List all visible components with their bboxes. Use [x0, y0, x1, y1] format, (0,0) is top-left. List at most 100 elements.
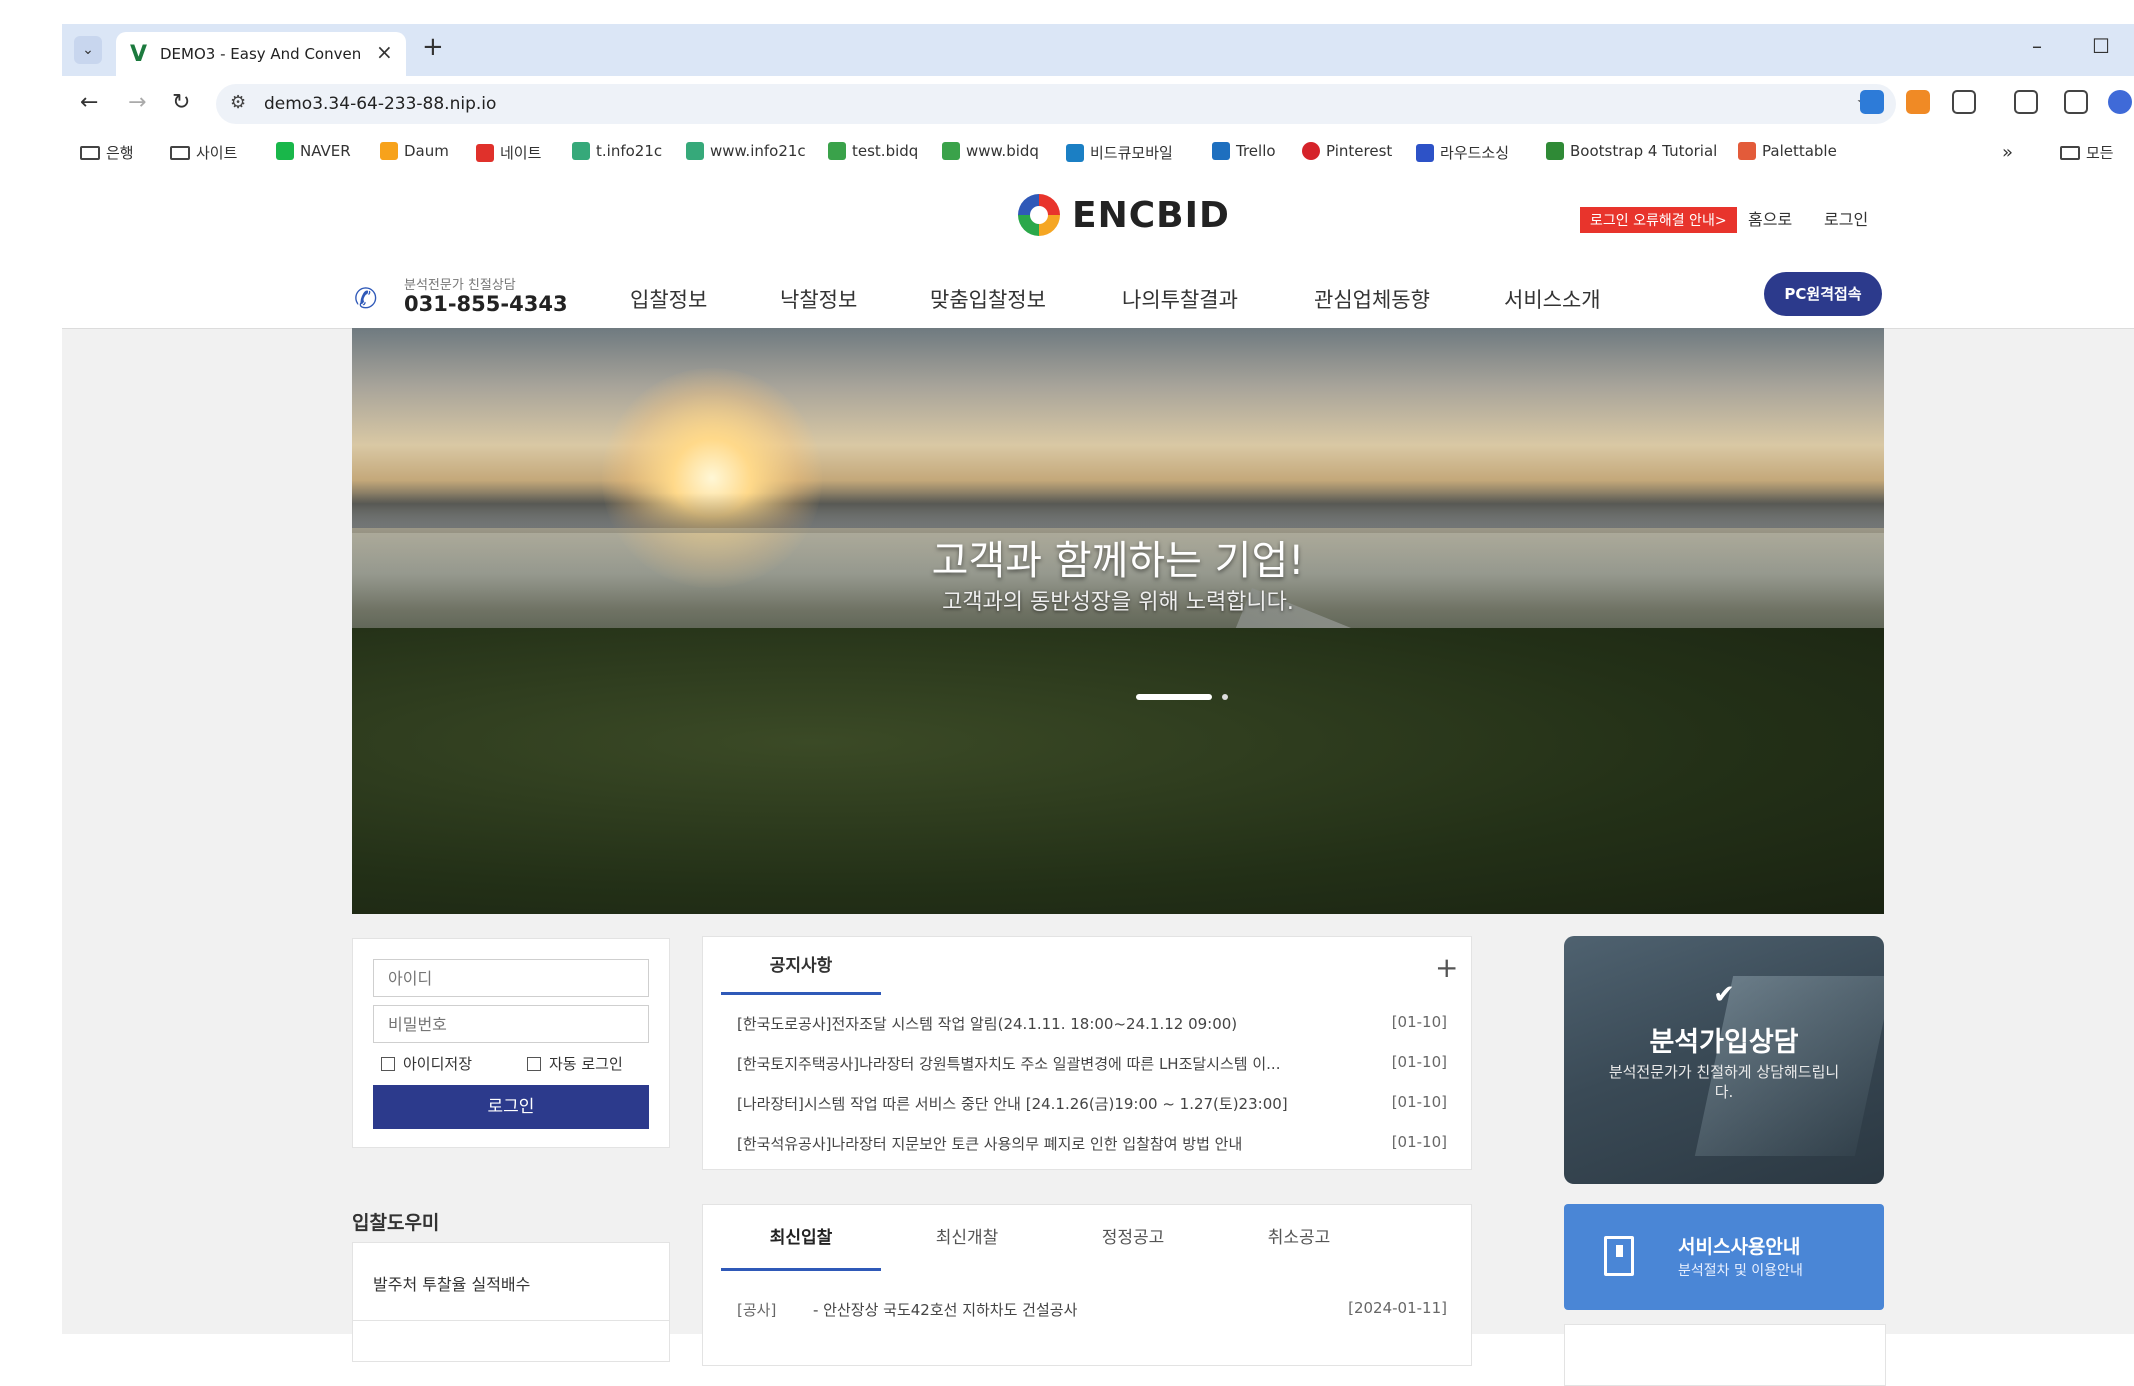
notice-row[interactable]: [한국석유공사]나라장터 지문보안 토큰 사용의무 폐지로 인한 입찰참여 방법… [737, 1123, 1447, 1163]
site-logo[interactable]: ENCBID [1014, 190, 1230, 240]
auto-login-checkbox[interactable]: 자동 로그인 [527, 1053, 623, 1074]
menu-custom-bid-info[interactable]: 맞춤입찰정보 [930, 284, 1046, 314]
pinterest-icon [1302, 142, 1320, 160]
tab-notice[interactable]: 공지사항 [721, 937, 881, 995]
bid-helper-item-label: 발주처 투찰율 실적배수 [373, 1275, 531, 1294]
notice-board: 공지사항 + [한국도로공사]전자조달 시스템 작업 알림(24.1.11. 1… [702, 936, 1472, 1170]
phone-number: 031-855-4343 [404, 292, 568, 316]
bookmark-folder-all[interactable]: 모든 [2060, 142, 2114, 163]
extensions-puzzle-icon[interactable] [1952, 90, 1976, 114]
bookmark-testbidq[interactable]: test.bidq [828, 142, 918, 160]
side-panel-icon[interactable] [2064, 90, 2088, 114]
notice-row[interactable]: [한국도로공사]전자조달 시스템 작업 알림(24.1.11. 18:00~24… [737, 1003, 1447, 1043]
web-page: ENCBID 로그인 오류해결 안내> 홈으로 로그인 ✆ 분석전문가 친절상담… [62, 174, 2134, 1386]
tab-search-dropdown-icon[interactable]: ⌄ [74, 36, 102, 64]
notice-more-plus-icon[interactable]: + [1435, 951, 1458, 984]
folder-icon [2060, 145, 2080, 160]
tab-cancel-notices[interactable]: 취소공고 [1219, 1205, 1379, 1271]
bookmark-nate[interactable]: 네이트 [476, 142, 541, 163]
address-bar[interactable]: ⚙ demo3.34-64-233-88.nip.io ☆ [216, 84, 1896, 124]
bookmark-loudsourcing[interactable]: 라우드소싱 [1416, 142, 1509, 163]
menu-service-intro[interactable]: 서비스소개 [1504, 284, 1601, 314]
naver-icon [276, 142, 294, 160]
latest-bids-board: 최신입찰 최신개찰 정정공고 취소공고 [공사] - 안산장상 국도42호선 지… [702, 1204, 1472, 1366]
logo-text: ENCBID [1072, 194, 1230, 236]
slide-indicator[interactable] [1222, 694, 1228, 700]
nate-icon [476, 143, 494, 162]
main-navigation: ✆ 분석전문가 친절상담 031-855-4343 입찰정보 낙찰정보 맞춤입찰… [62, 260, 2134, 329]
login-link[interactable]: 로그인 [1824, 206, 1868, 230]
home-link[interactable]: 홈으로 [1748, 206, 1792, 230]
hero-trees [352, 628, 1884, 914]
save-id-checkbox[interactable]: 아이디저장 [381, 1053, 472, 1074]
password-input[interactable] [373, 1005, 649, 1043]
bookmark-book-icon [1604, 1236, 1634, 1276]
bookmark-daum[interactable]: Daum [380, 142, 449, 160]
login-box: 아이디저장 자동 로그인 로그인 [352, 938, 670, 1148]
bookmark-naver[interactable]: NAVER [276, 142, 351, 160]
bid-helper-item[interactable] [352, 1320, 670, 1362]
bookmark-folder-bank[interactable]: 은행 [80, 142, 134, 163]
bid-date: [2024-01-11] [1348, 1299, 1447, 1317]
check-icon: ✔ [1713, 980, 1735, 1010]
extension-icon[interactable] [1860, 90, 1884, 114]
login-button[interactable]: 로그인 [373, 1085, 649, 1129]
menu-my-bid-results[interactable]: 나의투찰결과 [1122, 284, 1238, 314]
bookmark-palettable[interactable]: Palettable [1738, 142, 1837, 160]
palette-icon [1738, 142, 1756, 160]
user-id-input[interactable] [373, 959, 649, 997]
hero-title: 고객과 함께하는 기업! [931, 538, 1305, 584]
tab-correction-notices[interactable]: 정정공고 [1053, 1205, 1213, 1271]
url-text[interactable]: demo3.34-64-233-88.nip.io [264, 94, 496, 114]
service-guide-title: 서비스사용안내 [1678, 1236, 1801, 1258]
bookmark-bootstrap[interactable]: Bootstrap 4 Tutorial [1546, 142, 1717, 160]
browser-tab-active[interactable]: V DEMO3 - Easy And Convenien × [116, 32, 406, 76]
login-error-notice-badge[interactable]: 로그인 오류해결 안내> [1580, 207, 1737, 233]
minimize-window-icon[interactable]: – [2032, 34, 2042, 58]
loud-icon [1416, 143, 1434, 162]
folder-icon [170, 145, 190, 160]
consultation-card[interactable]: ✔ 분석가입상담 분석전문가가 친절하게 상담해드립니다. [1564, 936, 1884, 1184]
bookmark-tinfo21c[interactable]: t.info21c [572, 142, 662, 160]
bid-helper-item[interactable]: 발주처 투찰율 실적배수 [352, 1242, 670, 1322]
new-tab-button[interactable]: + [422, 32, 444, 62]
forward-arrow-icon[interactable]: → [128, 90, 146, 115]
back-arrow-icon[interactable]: ← [80, 90, 98, 115]
site-info-icon[interactable]: ⚙ [230, 92, 246, 113]
page-icon [686, 142, 704, 160]
reading-list-icon[interactable] [2014, 90, 2038, 114]
bookmark-wwwbidq[interactable]: www.bidq [942, 142, 1039, 160]
bidq-icon [828, 142, 846, 160]
restore-window-icon[interactable]: ☐ [2092, 34, 2110, 58]
favicon-v-icon: V [130, 42, 148, 67]
browser-toolbar: ← → ↻ ⚙ demo3.34-64-233-88.nip.io ☆ [62, 76, 2134, 134]
profile-avatar-icon[interactable] [2108, 90, 2132, 114]
tab-title: DEMO3 - Easy And Convenien [160, 45, 360, 63]
checkbox-icon [381, 1056, 395, 1071]
slide-indicator-active[interactable] [1136, 694, 1212, 700]
bookmark-folder-sites[interactable]: 사이트 [170, 142, 237, 163]
consultation-title: 분석가입상담 [1649, 1027, 1799, 1058]
side-card[interactable] [1564, 1324, 1886, 1386]
checkbox-icon [527, 1056, 541, 1071]
bidq-icon [942, 142, 960, 160]
mobile-icon [1066, 143, 1084, 162]
bookmark-pinterest[interactable]: Pinterest [1302, 142, 1392, 160]
bookmarks-overflow-button[interactable]: » [2002, 142, 2013, 163]
bookmark-trello[interactable]: Trello [1212, 142, 1276, 160]
extension-icon[interactable] [1906, 90, 1930, 114]
menu-award-info[interactable]: 낙찰정보 [780, 284, 857, 314]
notice-row[interactable]: [한국토지주택공사]나라장터 강원특별자치도 주소 일괄변경에 따른 LH조달시… [737, 1043, 1447, 1083]
tab-close-icon[interactable]: × [376, 40, 393, 64]
reload-icon[interactable]: ↻ [172, 90, 190, 115]
service-guide-card[interactable]: 서비스사용안내 분석절차 및 이용안내 [1564, 1204, 1884, 1310]
notice-row[interactable]: [나라장터]시스템 작업 따른 서비스 중단 안내 [24.1.26(금)19:… [737, 1083, 1447, 1123]
tab-latest-openings[interactable]: 최신개찰 [887, 1205, 1047, 1271]
bookmark-wwwinfo21c[interactable]: www.info21c [686, 142, 806, 160]
menu-company-trends[interactable]: 관심업체동향 [1314, 284, 1430, 314]
tab-latest-bids[interactable]: 최신입찰 [721, 1205, 881, 1271]
bookmark-bidq-mobile[interactable]: 비드큐모바일 [1066, 142, 1173, 163]
pc-remote-access-button[interactable]: PC원격접속 [1764, 272, 1882, 316]
menu-bid-info[interactable]: 입찰정보 [630, 284, 707, 314]
phone-caption: 분석전문가 친절상담 [404, 278, 516, 293]
